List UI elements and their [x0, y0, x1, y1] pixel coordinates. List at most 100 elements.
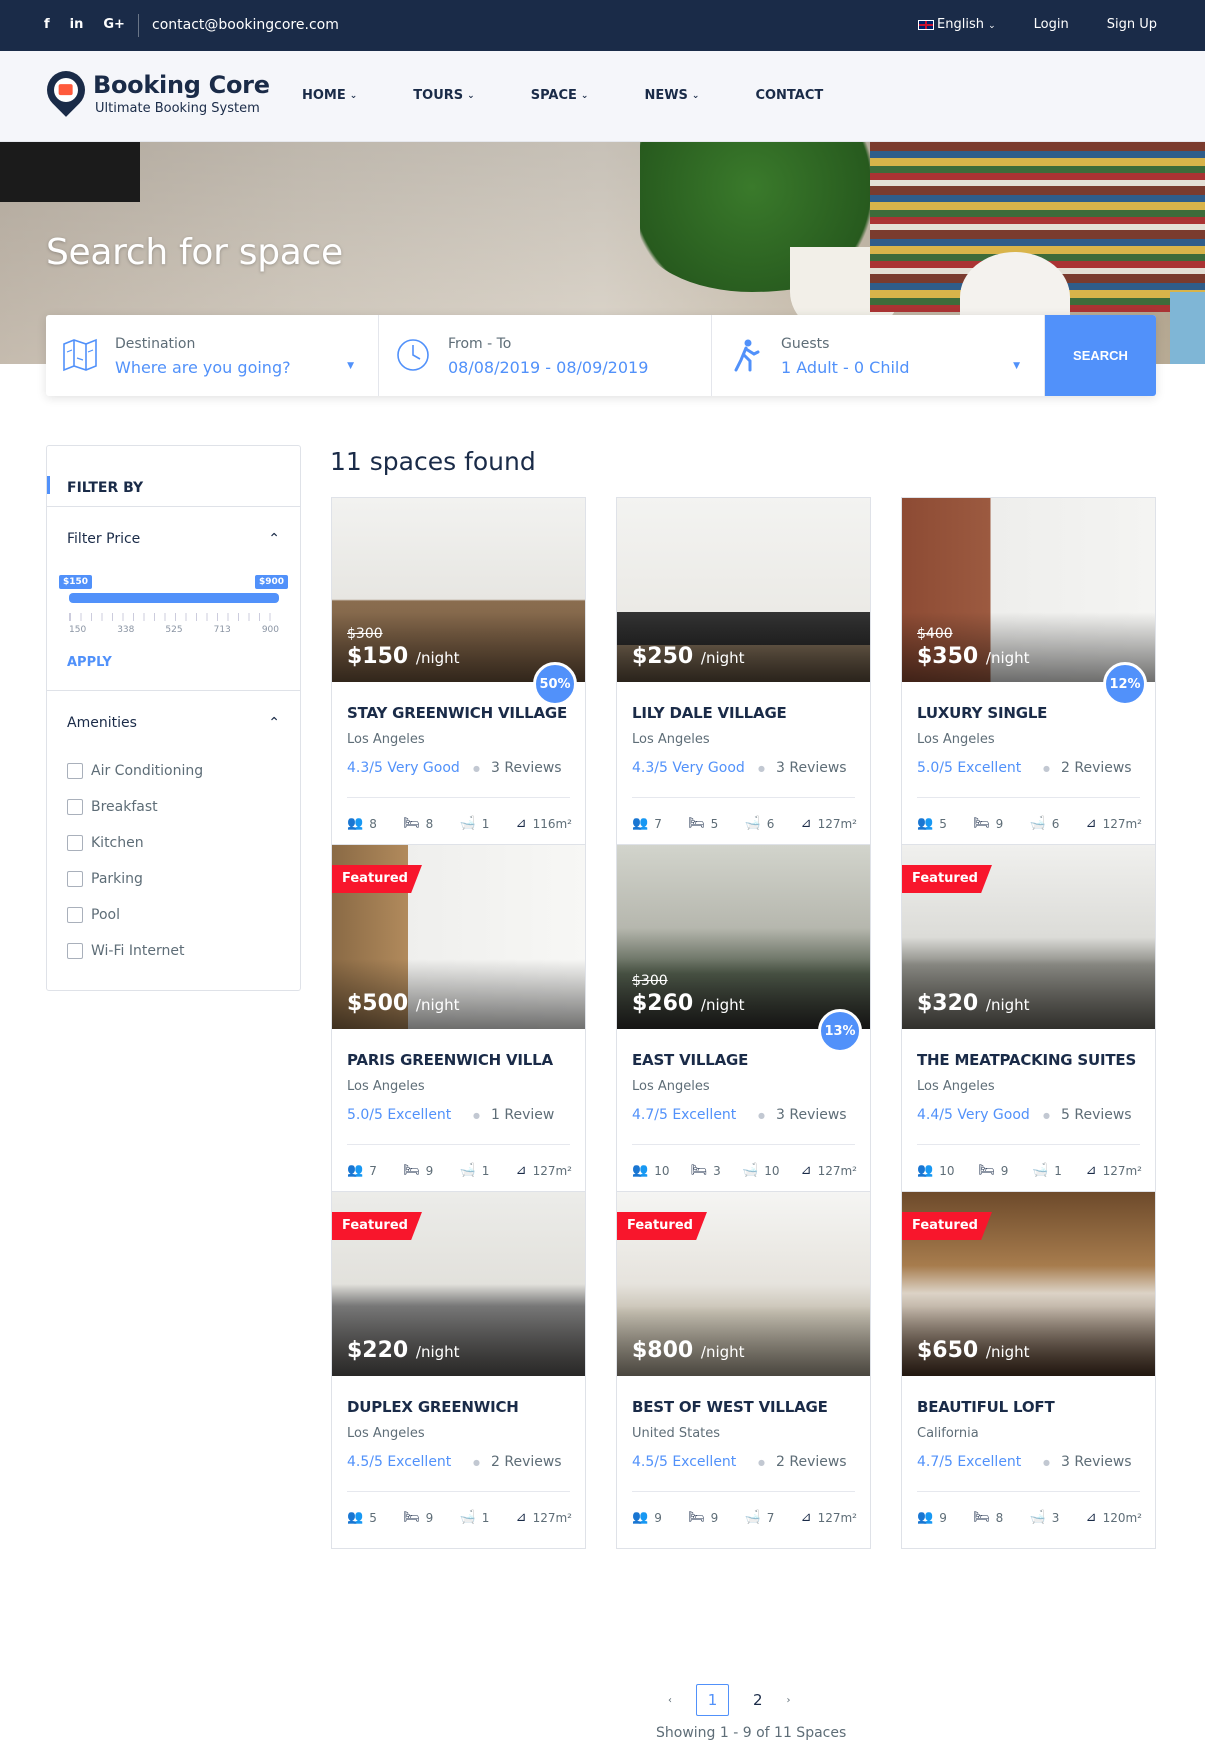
space-card[interactable]: $220 /night Featured DUPLEX GREENWICH Los A… [331, 1191, 586, 1549]
brand-name[interactable]: Booking Core [93, 71, 270, 99]
space-title[interactable]: BEST OF WEST VILLAGE [632, 1398, 828, 1416]
chevron-up-icon[interactable]: ⌃ [268, 531, 280, 547]
price-min-handle[interactable]: $150 [59, 575, 93, 589]
space-title[interactable]: THE MEATPACKING SUITES [917, 1051, 1136, 1069]
space-thumbnail[interactable]: $300 $150 /night [332, 498, 585, 682]
nav-space[interactable]: SPACE ⌄ [531, 88, 589, 103]
amenity-parking[interactable]: Parking [67, 861, 203, 897]
space-reviews: 5 Reviews [1061, 1107, 1132, 1123]
space-card[interactable]: $400 $350 /night 12% LUXURY SINGLE Los Angel… [901, 497, 1156, 855]
space-thumbnail[interactable]: $500 /night Featured [332, 845, 585, 1029]
nav-contact[interactable]: CONTACT [755, 88, 823, 103]
amenity-air-conditioning[interactable]: Air Conditioning [67, 753, 203, 789]
space-thumbnail[interactable]: $800 /night Featured [617, 1192, 870, 1376]
logo-icon[interactable] [39, 63, 93, 117]
beds-amenity: 🛏 9 [973, 816, 1003, 831]
contact-email[interactable]: contact@bookingcore.com [152, 17, 339, 33]
login-link[interactable]: Login [1034, 17, 1069, 32]
space-card[interactable]: $300 $150 /night 50% STAY GREENWICH VILLAGE… [331, 497, 586, 855]
page-1[interactable]: 1 [696, 1684, 729, 1716]
bed-icon: 🛏 [978, 1163, 995, 1178]
chevron-up-icon[interactable]: ⌃ [268, 715, 280, 731]
guests-count: 10 [654, 1163, 670, 1178]
checkbox[interactable] [67, 907, 83, 923]
language-selector[interactable]: English ⌄ [918, 17, 996, 32]
price-unit: /night [985, 1343, 1030, 1361]
date-field[interactable]: From - To 08/08/2019 - 08/09/2019 [379, 315, 712, 396]
space-rating: 4.3/5 Very Good [632, 760, 745, 776]
date-input[interactable]: 08/08/2019 - 08/09/2019 [448, 358, 648, 377]
caret-down-icon[interactable]: ▼ [1013, 361, 1020, 371]
guests-field[interactable]: Guests 1 Adult - 0 Child ▼ [712, 315, 1045, 396]
space-amenities: 👥 7 🛏 9 🛁 1 ⊿ 127m² [347, 1163, 572, 1178]
facebook-icon[interactable]: f [44, 17, 50, 32]
space-thumbnail[interactable]: $220 /night Featured [332, 1192, 585, 1376]
signup-link[interactable]: Sign Up [1107, 17, 1157, 32]
nav-home[interactable]: HOME ⌄ [302, 88, 357, 103]
destination-field[interactable]: Destination Where are you going? ▼ [46, 315, 379, 396]
space-thumbnail[interactable]: $250 /night [617, 498, 870, 682]
space-card[interactable]: $320 /night Featured THE MEATPACKING SUITE… [901, 844, 1156, 1202]
price-tick-labels: 150 338 525 713 900 [69, 625, 279, 635]
guests-count: 7 [369, 1163, 377, 1178]
space-card[interactable]: $250 /night LILY DALE VILLAGE Los Angeles 4… [616, 497, 871, 855]
space-title[interactable]: DUPLEX GREENWICH [347, 1398, 519, 1416]
price-value: $220 [347, 1338, 409, 1363]
space-card[interactable]: $650 /night Featured BEAUTIFUL LOFT Califor… [901, 1191, 1156, 1549]
space-thumbnail[interactable]: $400 $350 /night [902, 498, 1155, 682]
linkedin-icon[interactable]: in [70, 17, 84, 32]
apply-price-button[interactable]: APPLY [67, 655, 112, 670]
nav-news[interactable]: NEWS ⌄ [644, 88, 699, 103]
checkbox[interactable] [67, 871, 83, 887]
space-reviews: 1 Review [491, 1107, 555, 1123]
bathtub-icon: 🛁 [742, 1163, 759, 1178]
baths-amenity: 🛁 1 [1032, 1163, 1062, 1178]
space-title[interactable]: LILY DALE VILLAGE [632, 704, 787, 722]
guests-input[interactable]: 1 Adult - 0 Child [781, 358, 910, 377]
space-thumbnail[interactable]: $320 /night Featured [902, 845, 1155, 1029]
space-title[interactable]: LUXURY SINGLE [917, 704, 1047, 722]
bed-icon: 🛏 [403, 1510, 420, 1525]
space-card[interactable]: $800 /night Featured BEST OF WEST VILLAGE U… [616, 1191, 871, 1549]
space-amenities: 👥 9 🛏 9 🛁 7 ⊿ 127m² [632, 1510, 857, 1525]
card-divider [632, 1491, 855, 1492]
checkbox[interactable] [67, 943, 83, 959]
checkbox[interactable] [67, 763, 83, 779]
guests-icon: 👥 [347, 816, 364, 831]
card-divider [917, 1491, 1140, 1492]
uk-flag-icon [918, 19, 935, 30]
space-card[interactable]: $500 /night Featured PARIS GREENWICH VILLA… [331, 844, 586, 1202]
nav-tours-label: TOURS [413, 88, 464, 103]
space-title[interactable]: BEAUTIFUL LOFT [917, 1398, 1055, 1416]
price-range-slider[interactable] [69, 593, 279, 603]
baths-amenity: 🛁 6 [745, 816, 775, 831]
price-max-handle[interactable]: $900 [255, 575, 289, 589]
next-page-icon[interactable]: › [787, 1695, 791, 1706]
amenity-kitchen[interactable]: Kitchen [67, 825, 203, 861]
amenity-wifi[interactable]: Wi-Fi Internet [67, 933, 203, 969]
language-label: English [937, 17, 984, 32]
space-thumbnail[interactable]: $300 $260 /night [617, 845, 870, 1029]
page-2[interactable]: 2 [753, 1691, 763, 1709]
search-button[interactable]: SEARCH [1045, 315, 1156, 396]
destination-input[interactable]: Where are you going? [115, 358, 291, 377]
space-title[interactable]: STAY GREENWICH VILLAGE [347, 704, 567, 722]
prev-page-icon[interactable]: ‹ [668, 1695, 672, 1706]
amenity-breakfast[interactable]: Breakfast [67, 789, 203, 825]
space-card[interactable]: $300 $260 /night 13% EAST VILLAGE Los Angele… [616, 844, 871, 1202]
space-title[interactable]: PARIS GREENWICH VILLA [347, 1051, 553, 1069]
space-thumbnail[interactable]: $650 /night Featured [902, 1192, 1155, 1376]
caret-down-icon[interactable]: ▼ [347, 361, 354, 371]
separator-dot: ● [758, 1458, 765, 1467]
checkbox[interactable] [67, 835, 83, 851]
area-amenity: ⊿ 127m² [1086, 816, 1142, 831]
amenity-pool[interactable]: Pool [67, 897, 203, 933]
space-location: United States [632, 1426, 721, 1441]
space-title[interactable]: EAST VILLAGE [632, 1051, 748, 1069]
bathtub-icon: 🛁 [744, 816, 761, 831]
amenity-label: Pool [91, 907, 120, 923]
checkbox[interactable] [67, 799, 83, 815]
nav-tours[interactable]: TOURS ⌄ [413, 88, 474, 103]
beds-amenity: 🛏 3 [691, 1163, 721, 1178]
google-plus-icon[interactable]: G+ [103, 17, 125, 32]
